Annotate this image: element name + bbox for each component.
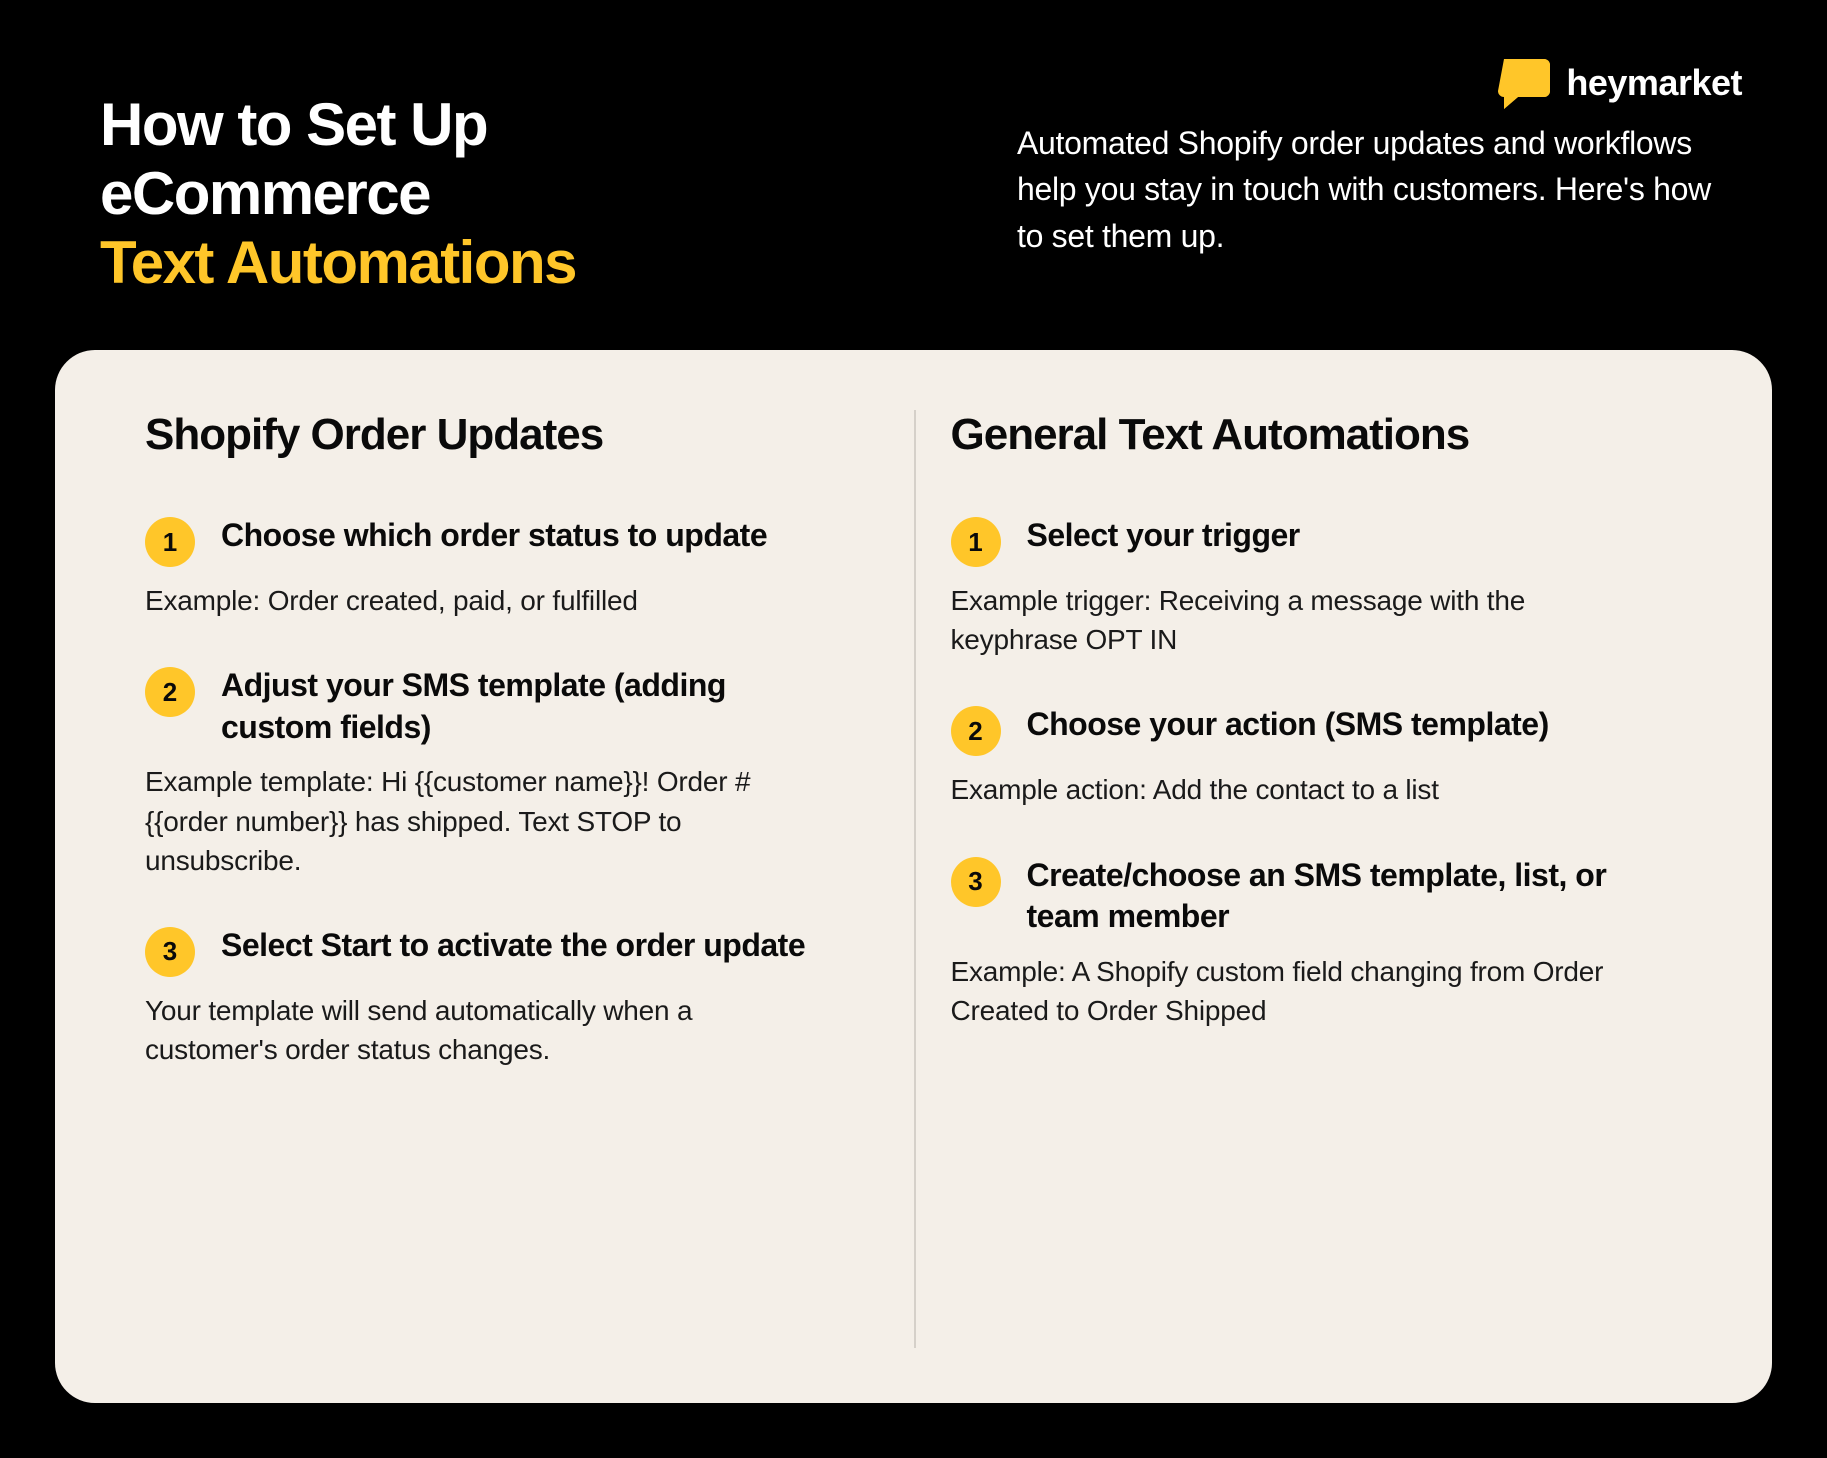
column-general: General Text Automations 1 Select your t… xyxy=(914,410,1718,1348)
step-title: Adjust your SMS template (adding custom … xyxy=(221,665,821,748)
column-heading: Shopify Order Updates xyxy=(145,410,879,460)
step-number-badge: 2 xyxy=(951,706,1001,756)
page-title: How to Set Up eCommerce Text Automations xyxy=(100,90,576,297)
step-title: Select Start to activate the order updat… xyxy=(221,925,805,967)
step: 3 Create/choose an SMS template, list, o… xyxy=(951,855,1683,1031)
step-body: Your template will send automatically wh… xyxy=(145,991,825,1069)
step: 1 Select your trigger Example trigger: R… xyxy=(951,515,1683,659)
content-card: Shopify Order Updates 1 Choose which ord… xyxy=(55,350,1772,1403)
step-number-badge: 1 xyxy=(951,517,1001,567)
step-number-badge: 3 xyxy=(951,857,1001,907)
step-body: Example trigger: Receiving a message wit… xyxy=(951,581,1631,659)
step: 3 Select Start to activate the order upd… xyxy=(145,925,879,1069)
hero: How to Set Up eCommerce Text Automations… xyxy=(0,0,1827,357)
step-body: Example: A Shopify custom field changing… xyxy=(951,952,1631,1030)
step-body: Example template: Hi {{customer name}}! … xyxy=(145,762,825,880)
step-title: Choose your action (SMS template) xyxy=(1027,704,1549,746)
step: 2 Choose your action (SMS template) Exam… xyxy=(951,704,1683,809)
step-number-badge: 2 xyxy=(145,667,195,717)
column-heading: General Text Automations xyxy=(951,410,1683,460)
step-number-badge: 1 xyxy=(145,517,195,567)
step: 1 Choose which order status to update Ex… xyxy=(145,515,879,620)
step-title: Select your trigger xyxy=(1027,515,1300,557)
title-line-2: eCommerce xyxy=(100,160,430,227)
step-body: Example action: Add the contact to a lis… xyxy=(951,770,1631,809)
step-number-badge: 3 xyxy=(145,927,195,977)
step: 2 Adjust your SMS template (adding custo… xyxy=(145,665,879,880)
step-title: Create/choose an SMS template, list, or … xyxy=(1027,855,1627,938)
step-body: Example: Order created, paid, or fulfill… xyxy=(145,581,825,620)
column-shopify: Shopify Order Updates 1 Choose which ord… xyxy=(110,410,914,1348)
title-line-1: How to Set Up xyxy=(100,91,487,158)
step-title: Choose which order status to update xyxy=(221,515,767,557)
title-accent: Text Automations xyxy=(100,228,576,297)
intro-text: Automated Shopify order updates and work… xyxy=(1017,120,1727,259)
